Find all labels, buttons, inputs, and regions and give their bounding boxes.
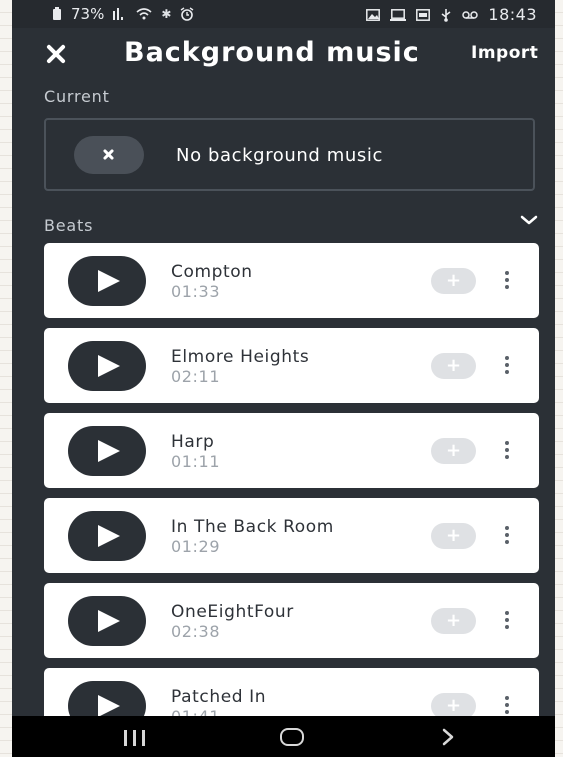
add-icon[interactable]: + — [431, 268, 476, 294]
add-icon[interactable]: + — [431, 608, 476, 634]
more-options-icon[interactable] — [503, 696, 511, 716]
add-icon[interactable]: + — [431, 353, 476, 379]
track-card[interactable]: In The Back Room 01:29 + — [44, 498, 539, 573]
track-card[interactable]: OneEightFour 02:38 + — [44, 583, 539, 658]
screenshot-icon — [416, 8, 431, 21]
track-duration: 01:29 — [171, 537, 221, 556]
track-duration: 02:11 — [171, 367, 221, 386]
current-music-text: No background music — [176, 145, 384, 166]
recents-icon[interactable] — [124, 730, 148, 746]
track-card[interactable]: Elmore Heights 02:11 + — [44, 328, 539, 403]
back-icon[interactable] — [440, 727, 456, 747]
more-options-icon[interactable] — [503, 441, 511, 461]
track-title: Patched In — [171, 687, 267, 707]
page-margin-left — [0, 0, 12, 757]
page-title: Background music — [124, 37, 420, 68]
page-margin-right — [555, 0, 563, 757]
voicemail-icon — [462, 10, 479, 19]
status-time: 18:43 — [488, 5, 537, 24]
track-duration: 02:38 — [171, 622, 221, 641]
battery-level: 73% — [71, 5, 105, 23]
track-duration: 01:11 — [171, 452, 221, 471]
close-icon[interactable] — [42, 40, 70, 68]
cast-icon — [390, 8, 407, 21]
app-header: Background music Import — [12, 28, 555, 80]
gallery-icon — [366, 8, 381, 21]
more-options-icon[interactable] — [503, 271, 511, 291]
track-title: OneEightFour — [171, 602, 294, 622]
phone-screen: 73% ✱ 18:43 Background music Import Curr… — [12, 0, 555, 757]
track-card[interactable]: Harp 01:11 + — [44, 413, 539, 488]
play-icon[interactable] — [68, 256, 146, 306]
play-icon[interactable] — [68, 596, 146, 646]
current-section-label: Current — [44, 87, 110, 106]
status-left: 73% ✱ — [52, 5, 194, 23]
add-icon[interactable]: + — [431, 523, 476, 549]
wifi-icon — [136, 8, 152, 20]
status-right: 18:43 — [366, 5, 537, 24]
more-options-icon[interactable] — [503, 611, 511, 631]
play-icon[interactable] — [68, 341, 146, 391]
more-options-icon[interactable] — [503, 526, 511, 546]
track-title: Harp — [171, 432, 215, 452]
import-button[interactable]: Import — [471, 43, 538, 63]
navigation-bar — [12, 716, 555, 757]
track-title: In The Back Room — [171, 517, 334, 537]
home-icon[interactable] — [280, 728, 304, 746]
more-options-icon[interactable] — [503, 356, 511, 376]
add-icon[interactable]: + — [431, 438, 476, 464]
signal-icon — [113, 8, 124, 20]
track-title: Elmore Heights — [171, 347, 310, 367]
play-icon[interactable] — [68, 511, 146, 561]
current-music-card: No background music — [44, 118, 535, 191]
alarm-icon — [181, 7, 194, 21]
beats-section-label: Beats — [44, 216, 94, 235]
status-bar: 73% ✱ 18:43 — [12, 0, 555, 28]
battery-icon — [53, 7, 61, 20]
play-icon[interactable] — [68, 426, 146, 476]
track-card[interactable]: Compton 01:33 + — [44, 243, 539, 318]
usb-icon — [441, 8, 451, 22]
clear-music-button[interactable] — [74, 136, 144, 174]
bluetooth-icon: ✱ — [161, 7, 172, 21]
track-title: Compton — [171, 262, 253, 282]
track-duration: 01:33 — [171, 282, 221, 301]
chevron-down-icon[interactable] — [519, 213, 539, 227]
